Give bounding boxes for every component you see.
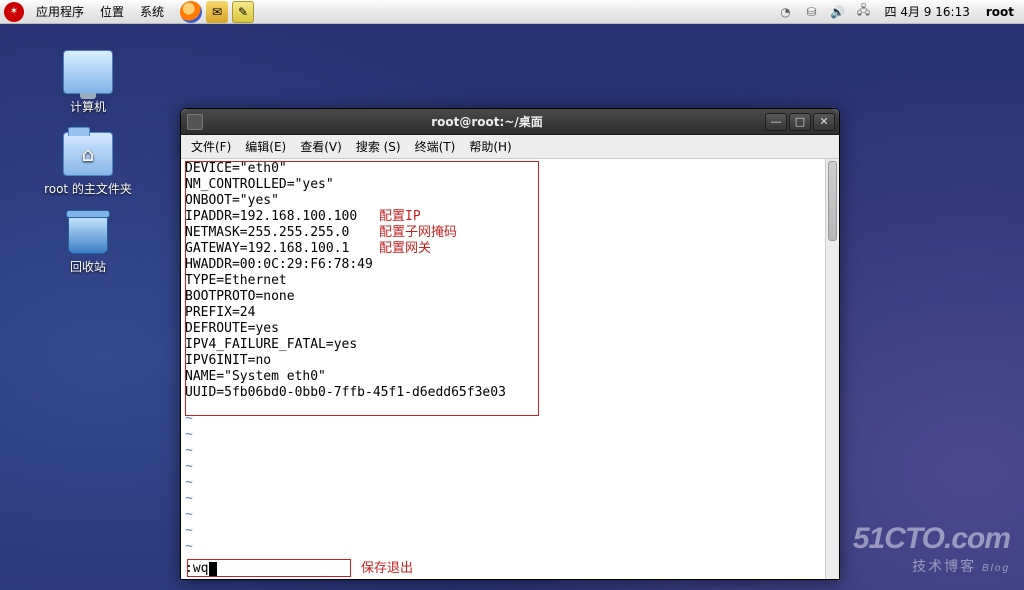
window-title: root@root:~/桌面 — [209, 113, 765, 130]
watermark: 51CTO.com 技术博客 Blog — [853, 522, 1010, 576]
home-folder-icon: ⌂ — [63, 132, 113, 176]
vim-tilde: ~ — [185, 427, 823, 443]
user-menu[interactable]: root — [976, 5, 1024, 19]
watermark-brand: 51CTO.com — [853, 522, 1010, 556]
system-tray: ◔ ⛁ 🔊 🖧 — [777, 3, 879, 21]
config-line: IPV4_FAILURE_FATAL=yes — [185, 337, 823, 353]
annotation-ip: 配置IP — [379, 209, 421, 225]
menu-view[interactable]: 查看(V) — [294, 136, 348, 157]
menu-places[interactable]: 位置 — [92, 0, 132, 24]
top-panel: ✶ 应用程序 位置 系统 ✉ ✎ ◔ ⛁ 🔊 🖧 四 4月 9 16:13 ro… — [0, 0, 1024, 24]
menu-file[interactable]: 文件(F) — [185, 136, 237, 157]
desktop-icon-trash[interactable]: 回收站 — [28, 214, 148, 275]
firefox-icon[interactable] — [180, 1, 202, 23]
mail-icon[interactable]: ✉ — [206, 1, 228, 23]
config-line: BOOTPROTO=none — [185, 289, 823, 305]
config-line: NETMASK=255.255.255.0 — [185, 225, 823, 241]
config-line: UUID=5fb06bd0-0bb0-7ffb-45f1-d6edd65f3e0… — [185, 385, 823, 401]
terminal-body[interactable]: DEVICE="eth0" NM_CONTROLLED="yes" ONBOOT… — [181, 159, 839, 579]
vim-tilde: ~ — [185, 459, 823, 475]
terminal-window: root@root:~/桌面 — □ ✕ 文件(F) 编辑(E) 查看(V) 搜… — [180, 108, 840, 580]
minimize-button[interactable]: — — [765, 113, 787, 131]
desktop-icon-computer[interactable]: 计算机 — [28, 50, 148, 115]
config-line: PREFIX=24 — [185, 305, 823, 321]
menu-applications[interactable]: 应用程序 — [28, 0, 92, 24]
config-line: IPV6INIT=no — [185, 353, 823, 369]
menu-terminal[interactable]: 终端(T) — [409, 136, 462, 157]
config-line: GATEWAY=192.168.100.1 — [185, 241, 823, 257]
distro-logo-icon: ✶ — [4, 2, 24, 22]
annotation-gateway: 配置网关 — [379, 241, 431, 257]
vim-tilde: ~ — [185, 523, 823, 539]
terminal-content: DEVICE="eth0" NM_CONTROLLED="yes" ONBOOT… — [185, 161, 823, 577]
config-line: ONBOOT="yes" — [185, 193, 823, 209]
config-line: HWADDR=00:0C:29:F6:78:49 — [185, 257, 823, 273]
config-line: IPADDR=192.168.100.100 — [185, 209, 823, 225]
disk-icon[interactable]: ⛁ — [803, 3, 821, 21]
maximize-button[interactable]: □ — [789, 113, 811, 131]
scrollbar-thumb[interactable] — [828, 161, 837, 241]
desktop-icon-label: 回收站 — [28, 258, 148, 275]
vim-tilde: ~ — [185, 475, 823, 491]
watermark-suffix: Blog — [982, 563, 1010, 574]
config-line: DEVICE="eth0" — [185, 161, 823, 177]
volume-icon[interactable]: 🔊 — [829, 3, 847, 21]
vim-tilde: ~ — [185, 507, 823, 523]
config-line: DEFROUTE=yes — [185, 321, 823, 337]
computer-icon — [63, 50, 113, 94]
annotation-netmask: 配置子网掩码 — [379, 225, 457, 241]
vim-tilde: ~ — [185, 491, 823, 507]
config-line: TYPE=Ethernet — [185, 273, 823, 289]
desktop-icon-label: 计算机 — [28, 98, 148, 115]
vim-command-line[interactable]: :wq — [185, 561, 217, 577]
menu-search[interactable]: 搜索 (S) — [350, 136, 407, 157]
desktop-icon-home[interactable]: ⌂ root 的主文件夹 — [28, 132, 148, 197]
watermark-tagline: 技术博客 — [912, 558, 976, 574]
desktop-icon-label: root 的主文件夹 — [28, 180, 148, 197]
menu-help[interactable]: 帮助(H) — [463, 136, 517, 157]
menu-edit[interactable]: 编辑(E) — [239, 136, 292, 157]
vim-tilde: ~ — [185, 411, 823, 427]
vim-tilde: ~ — [185, 443, 823, 459]
vim-tilde: ~ — [185, 539, 823, 555]
menu-system[interactable]: 系统 — [132, 0, 172, 24]
update-icon[interactable]: ◔ — [777, 3, 795, 21]
clock[interactable]: 四 4月 9 16:13 — [879, 3, 976, 20]
config-line: NAME="System eth0" — [185, 369, 823, 385]
cursor-icon — [209, 562, 217, 576]
annotation-save: 保存退出 — [361, 561, 413, 577]
notes-icon[interactable]: ✎ — [232, 1, 254, 23]
menubar: 文件(F) 编辑(E) 查看(V) 搜索 (S) 终端(T) 帮助(H) — [181, 135, 839, 159]
close-button[interactable]: ✕ — [813, 113, 835, 131]
network-icon[interactable]: 🖧 — [855, 3, 873, 21]
config-line: NM_CONTROLLED="yes" — [185, 177, 823, 193]
launcher-icons: ✉ ✎ — [180, 1, 254, 23]
window-icon — [187, 114, 203, 130]
titlebar[interactable]: root@root:~/桌面 — □ ✕ — [181, 109, 839, 135]
scrollbar[interactable] — [825, 159, 839, 579]
trash-icon — [68, 214, 108, 254]
